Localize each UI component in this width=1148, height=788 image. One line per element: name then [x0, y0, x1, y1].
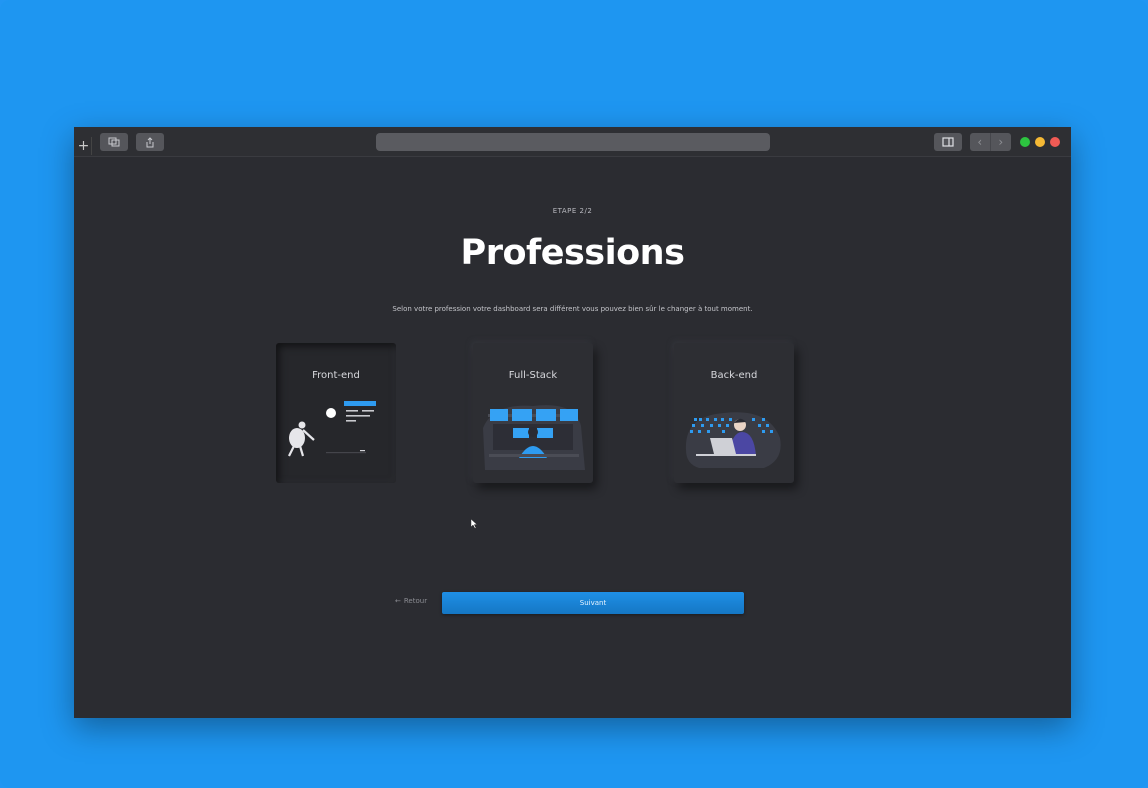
navigation-buttons: ‹ › — [970, 133, 1011, 151]
share-icon — [146, 136, 154, 147]
full-stack-illustration — [483, 405, 585, 470]
next-button[interactable]: Suivant — [442, 592, 744, 614]
back-label: Retour — [403, 597, 428, 605]
front-end-illustration — [288, 401, 376, 457]
mouse-cursor-icon — [471, 519, 478, 529]
close-button[interactable] — [1050, 137, 1060, 147]
page-subtitle: Selon votre profession votre dashboard s… — [392, 305, 753, 313]
tabs-icon — [108, 137, 120, 147]
sidebar-toggle-button[interactable] — [934, 133, 962, 151]
tabs-overview-button[interactable] — [100, 133, 128, 151]
page-title: Professions — [460, 233, 685, 273]
plus-icon[interactable]: + — [76, 137, 92, 155]
card-label: Back-end — [710, 370, 758, 381]
back-end-illustration — [685, 412, 781, 468]
browser-window: + ‹ › ETAPE 2/2 Professions Selon votre … — [74, 127, 1071, 718]
minimize-button[interactable] — [1035, 137, 1045, 147]
address-bar[interactable] — [376, 133, 770, 151]
arrow-left-icon: ← — [395, 597, 401, 605]
share-button[interactable] — [136, 133, 164, 151]
sidebar-icon — [942, 137, 954, 147]
onboarding-content: ETAPE 2/2 Professions Selon votre profes… — [74, 157, 1071, 718]
forward-arrow-icon[interactable]: › — [991, 133, 1012, 151]
back-arrow-icon[interactable]: ‹ — [970, 133, 991, 151]
back-link[interactable]: ← Retour — [395, 597, 427, 605]
step-label: ETAPE 2/2 — [552, 207, 593, 215]
card-label: Front-end — [312, 370, 360, 381]
maximize-button[interactable] — [1020, 137, 1030, 147]
browser-toolbar: + ‹ › — [74, 127, 1071, 157]
card-label: Full-Stack — [508, 370, 558, 381]
profession-card-front-end[interactable]: Front-end — [276, 343, 396, 483]
profession-card-back-end[interactable]: Back-end — [674, 343, 794, 483]
profession-card-full-stack[interactable]: Full-Stack — [473, 343, 593, 483]
